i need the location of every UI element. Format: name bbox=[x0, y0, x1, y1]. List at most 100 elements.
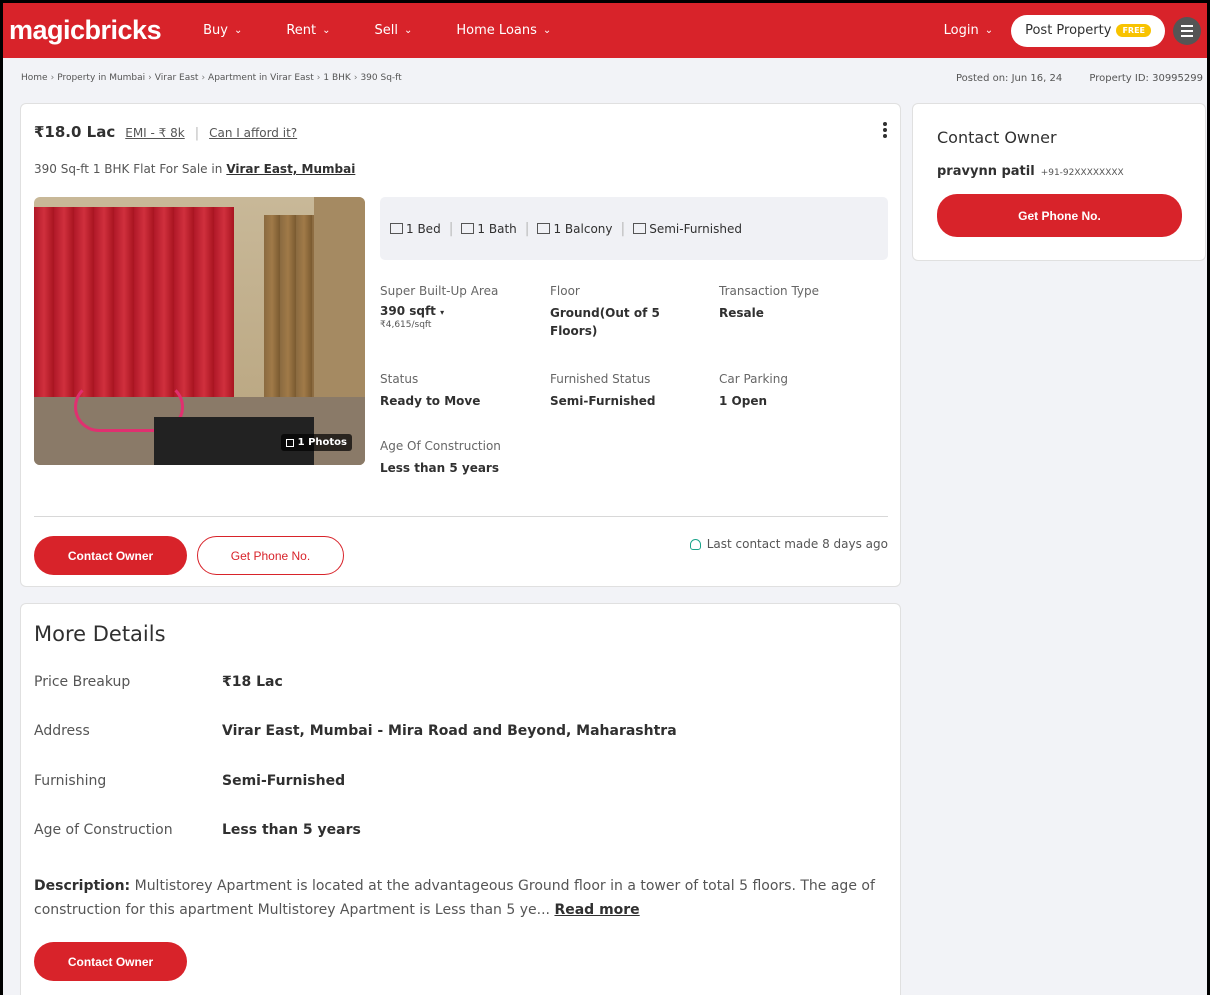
divider: | bbox=[194, 126, 200, 141]
spec-furnished-label: Furnished Status bbox=[550, 372, 651, 386]
spec-transaction: Transaction Type Resale bbox=[719, 284, 879, 322]
afford-link[interactable]: Can I afford it? bbox=[209, 126, 297, 140]
breadcrumb-virar-east[interactable]: Virar East bbox=[155, 73, 199, 83]
amenity-balcony: 1 Balcony bbox=[537, 221, 613, 236]
last-contact-info: Last contact made 8 days ago bbox=[689, 537, 888, 551]
get-phone-button[interactable]: Get Phone No. bbox=[197, 536, 344, 575]
more-details-title: More Details bbox=[34, 622, 166, 646]
spec-age-value: Less than 5 years bbox=[380, 461, 499, 475]
spec-transaction-value: Resale bbox=[719, 306, 764, 320]
left-frame-border bbox=[0, 0, 3, 995]
breadcrumb-1bhk[interactable]: 1 BHK bbox=[323, 73, 350, 83]
detail-row-address: Address Virar East, Mumbai - Mira Road a… bbox=[34, 723, 677, 739]
spec-area-value[interactable]: 390 sqft ▾ bbox=[380, 304, 540, 320]
breadcrumb-home[interactable]: Home bbox=[21, 73, 48, 83]
chevron-down-icon: ⌄ bbox=[322, 25, 331, 36]
more-details-card: More Details Price Breakup ₹18 Lac Addre… bbox=[20, 603, 901, 995]
post-property-label: Post Property bbox=[1025, 23, 1112, 38]
amenities-bar: 1 Bed | 1 Bath | 1 Balcony | Semi-Furnis… bbox=[380, 197, 888, 260]
photo-icon bbox=[285, 438, 294, 447]
amenity-bed-label: 1 Bed bbox=[406, 221, 441, 236]
breadcrumb-390-sqft: 390 Sq-ft bbox=[360, 73, 402, 83]
breadcrumb: Home › Property in Mumbai › Virar East › Ap… bbox=[21, 73, 402, 83]
listing-subtitle-text: 390 Sq-ft 1 BHK Flat For Sale in bbox=[34, 162, 223, 176]
chevron-down-icon: ⌄ bbox=[984, 25, 994, 36]
spec-floor-label: Floor bbox=[550, 284, 580, 298]
spec-status: Status Ready to Move bbox=[380, 372, 540, 410]
posted-info: Posted on: Jun 16, 24 Property ID: 30995… bbox=[956, 73, 1203, 84]
property-photo[interactable]: 1 Photos bbox=[34, 197, 365, 465]
owner-phone: +91-92XXXXXXXX bbox=[1040, 168, 1124, 178]
spec-parking: Car Parking 1 Open bbox=[719, 372, 879, 410]
description-label: Description: bbox=[34, 878, 131, 894]
more-contact-owner-button[interactable]: Contact Owner bbox=[34, 942, 187, 981]
spec-area-label: Super Built-Up Area bbox=[380, 284, 499, 298]
detail-row-age: Age of Construction Less than 5 years bbox=[34, 822, 361, 838]
nav-rent-label: Rent bbox=[286, 23, 317, 38]
more-options-icon[interactable] bbox=[882, 120, 888, 140]
spec-parking-label: Car Parking bbox=[719, 372, 788, 386]
emi-link[interactable]: EMI - ₹ 8k bbox=[125, 126, 184, 140]
detail-label: Address bbox=[34, 723, 90, 739]
owner-name: pravynn patil bbox=[937, 164, 1035, 179]
free-badge: FREE bbox=[1116, 24, 1151, 37]
contact-owner-title: Contact Owner bbox=[937, 128, 1057, 147]
amenity-furnished: Semi-Furnished bbox=[633, 222, 742, 236]
detail-value: Less than 5 years bbox=[222, 822, 361, 838]
detail-label: Furnishing bbox=[34, 773, 107, 789]
main-nav: Buy ⌄ Rent ⌄ Sell ⌄ Home Loans ⌄ bbox=[203, 23, 595, 38]
top-navigation-bar: magicbricks Buy ⌄ Rent ⌄ Sell ⌄ Home Loans ⌄… bbox=[3, 0, 1207, 58]
detail-value: ₹18 Lac bbox=[222, 674, 283, 690]
spec-transaction-label: Transaction Type bbox=[719, 284, 820, 298]
login-button[interactable]: Login ⌄ bbox=[944, 23, 993, 38]
amenity-bed: 1 Bed bbox=[390, 222, 441, 236]
furnished-icon bbox=[633, 223, 647, 234]
listing-subtitle: 390 Sq-ft 1 BHK Flat For Sale in Virar Ea… bbox=[34, 162, 355, 176]
location-link[interactable]: Virar East, Mumbai bbox=[226, 162, 355, 176]
detail-label: Price Breakup bbox=[34, 674, 131, 690]
spec-area: Super Built-Up Area 390 sqft ▾ ₹4,615/sq… bbox=[380, 284, 540, 330]
detail-value: Virar East, Mumbai - Mira Road and Beyon… bbox=[222, 723, 677, 739]
amenity-balcony-label: 1 Balcony bbox=[553, 221, 613, 236]
spec-age-label: Age Of Construction bbox=[380, 439, 501, 453]
contact-owner-button[interactable]: Contact Owner bbox=[34, 536, 187, 575]
listing-card: ₹18.0 Lac EMI - ₹ 8k | Can I afford it? … bbox=[20, 103, 901, 587]
chevron-down-icon: ⌄ bbox=[233, 25, 243, 36]
amenity-bath-label: 1 Bath bbox=[477, 221, 517, 236]
nav-sell[interactable]: Sell ⌄ bbox=[375, 23, 413, 38]
detail-value: Semi-Furnished bbox=[222, 773, 346, 789]
breadcrumb-apartment[interactable]: Apartment in Virar East bbox=[208, 73, 314, 83]
user-icon bbox=[689, 538, 701, 550]
spec-status-label: Status bbox=[380, 372, 419, 386]
side-get-phone-button[interactable]: Get Phone No. bbox=[937, 194, 1182, 237]
amenity-furnished-label: Semi-Furnished bbox=[649, 221, 742, 236]
description: Description: Multistorey Apartment is lo… bbox=[34, 874, 894, 922]
read-more-link[interactable]: Read more bbox=[554, 902, 639, 918]
chevron-down-icon: ⌄ bbox=[404, 25, 413, 36]
price-row: ₹18.0 Lac EMI - ₹ 8k | Can I afford it? bbox=[34, 123, 297, 141]
spec-parking-value: 1 Open bbox=[719, 394, 767, 408]
nav-home-loans[interactable]: Home Loans ⌄ bbox=[456, 23, 551, 38]
detail-row-furnishing: Furnishing Semi-Furnished bbox=[34, 773, 345, 789]
nav-home-loans-label: Home Loans bbox=[456, 23, 537, 38]
nav-rent[interactable]: Rent ⌄ bbox=[286, 23, 330, 38]
owner-line: pravynn patil +91-92XXXXXXXX bbox=[937, 164, 1124, 179]
nav-sell-label: Sell bbox=[374, 23, 399, 38]
spec-status-value: Ready to Move bbox=[380, 394, 481, 408]
detail-label: Age of Construction bbox=[34, 822, 173, 838]
chevron-down-icon: ⌄ bbox=[542, 25, 552, 36]
posted-on-date: Posted on: Jun 16, 24 bbox=[956, 73, 1063, 84]
nav-buy[interactable]: Buy ⌄ bbox=[203, 23, 242, 38]
post-property-button[interactable]: Post Property FREE bbox=[1011, 14, 1165, 47]
breadcrumb-property-in-mumbai[interactable]: Property in Mumbai bbox=[57, 73, 145, 83]
header-actions: Login ⌄ Post Property FREE bbox=[944, 14, 1207, 47]
photo-count-label: 1 Photos bbox=[297, 437, 347, 448]
spec-floor-value: Ground(Out of 5 Floors) bbox=[550, 306, 660, 338]
bed-icon bbox=[390, 223, 403, 234]
magicbricks-logo[interactable]: magicbricks bbox=[9, 15, 162, 46]
photo-count-badge[interactable]: 1 Photos bbox=[280, 434, 352, 451]
spec-floor: Floor Ground(Out of 5 Floors) bbox=[550, 284, 710, 340]
hamburger-menu-icon[interactable] bbox=[1173, 16, 1201, 45]
spec-age: Age Of Construction Less than 5 years bbox=[380, 439, 580, 477]
detail-row-price: Price Breakup ₹18 Lac bbox=[34, 674, 283, 690]
